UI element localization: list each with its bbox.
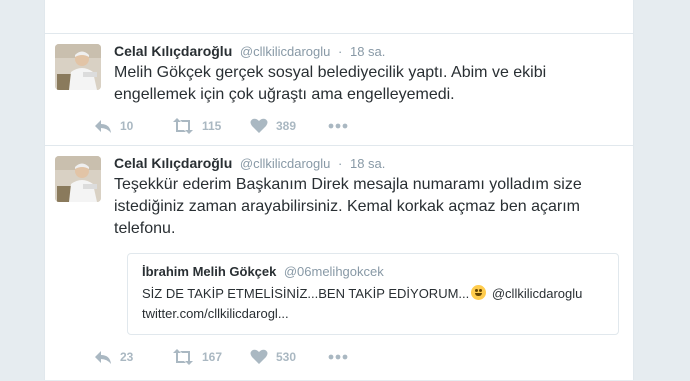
quoted-tweet-header: İbrahim Melih Gökçek @06melihgokcek bbox=[142, 263, 384, 281]
more-dots-icon bbox=[328, 354, 348, 360]
like-count: 530 bbox=[276, 350, 297, 364]
retweet-button[interactable]: 115 bbox=[172, 118, 221, 134]
reply-icon bbox=[95, 351, 111, 364]
tweet-text: Teşekkür ederim Başkanım Direk mesajla n… bbox=[114, 176, 582, 237]
quoted-tweet[interactable]: İbrahim Melih Gökçek @06melihgokcek SİZ … bbox=[127, 253, 619, 335]
timeline: Celal Kılıçdaroğlu @cllkilicdaroglu · 18… bbox=[44, 0, 634, 380]
more-button[interactable] bbox=[328, 354, 348, 360]
tweet[interactable]: Celal Kılıçdaroğlu @cllkilicdaroglu · 18… bbox=[45, 33, 633, 146]
reply-count: 23 bbox=[120, 350, 134, 364]
retweet-button[interactable]: 167 bbox=[172, 349, 222, 365]
grinning-face-emoji-icon bbox=[471, 285, 487, 300]
retweet-count: 167 bbox=[202, 350, 223, 364]
heart-icon bbox=[250, 349, 268, 364]
retweet-icon bbox=[173, 349, 193, 365]
tweet-text: Melih Gökçek gerçek sosyal belediyecilik… bbox=[114, 64, 547, 103]
separator: · bbox=[338, 44, 343, 59]
tweet-header: Celal Kılıçdaroğlu @cllkilicdaroglu · 18… bbox=[114, 155, 385, 171]
like-button[interactable]: 389 bbox=[250, 118, 296, 134]
reply-button[interactable]: 23 bbox=[94, 349, 133, 365]
avatar[interactable] bbox=[55, 44, 101, 90]
quoted-text-start: SİZ DE TAKİP ETMELİSİNİZ...BEN TAKİP EDİ… bbox=[142, 286, 470, 301]
previous-tweet-bottom bbox=[45, 0, 633, 34]
avatar[interactable] bbox=[55, 156, 101, 202]
quoted-author-handle: @06melihgokcek bbox=[283, 264, 384, 279]
more-button[interactable] bbox=[328, 123, 348, 129]
reply-count: 10 bbox=[120, 119, 134, 133]
tweet[interactable]: Celal Kılıçdaroğlu @cllkilicdaroglu · 18… bbox=[45, 145, 633, 381]
author-name[interactable]: Celal Kılıçdaroğlu bbox=[114, 43, 232, 59]
retweet-icon bbox=[173, 118, 193, 134]
tweet-timestamp[interactable]: 18 sa. bbox=[350, 156, 385, 171]
author-name[interactable]: Celal Kılıçdaroğlu bbox=[114, 155, 232, 171]
quoted-tweet-text: SİZ DE TAKİP ETMELİSİNİZ...BEN TAKİP EDİ… bbox=[142, 284, 612, 324]
like-count: 389 bbox=[276, 119, 297, 133]
author-handle[interactable]: @cllkilicdaroglu bbox=[240, 44, 331, 59]
quoted-author-name: İbrahim Melih Gökçek bbox=[142, 264, 277, 279]
separator: · bbox=[338, 156, 343, 171]
author-handle[interactable]: @cllkilicdaroglu bbox=[240, 156, 331, 171]
like-button[interactable]: 530 bbox=[250, 349, 296, 365]
tweet-timestamp[interactable]: 18 sa. bbox=[350, 44, 385, 59]
tweet-header: Celal Kılıçdaroğlu @cllkilicdaroglu · 18… bbox=[114, 43, 385, 59]
reply-button[interactable]: 10 bbox=[94, 118, 133, 134]
retweet-count: 115 bbox=[202, 119, 222, 133]
more-dots-icon bbox=[328, 123, 348, 129]
heart-icon bbox=[250, 118, 268, 133]
reply-icon bbox=[95, 120, 111, 133]
